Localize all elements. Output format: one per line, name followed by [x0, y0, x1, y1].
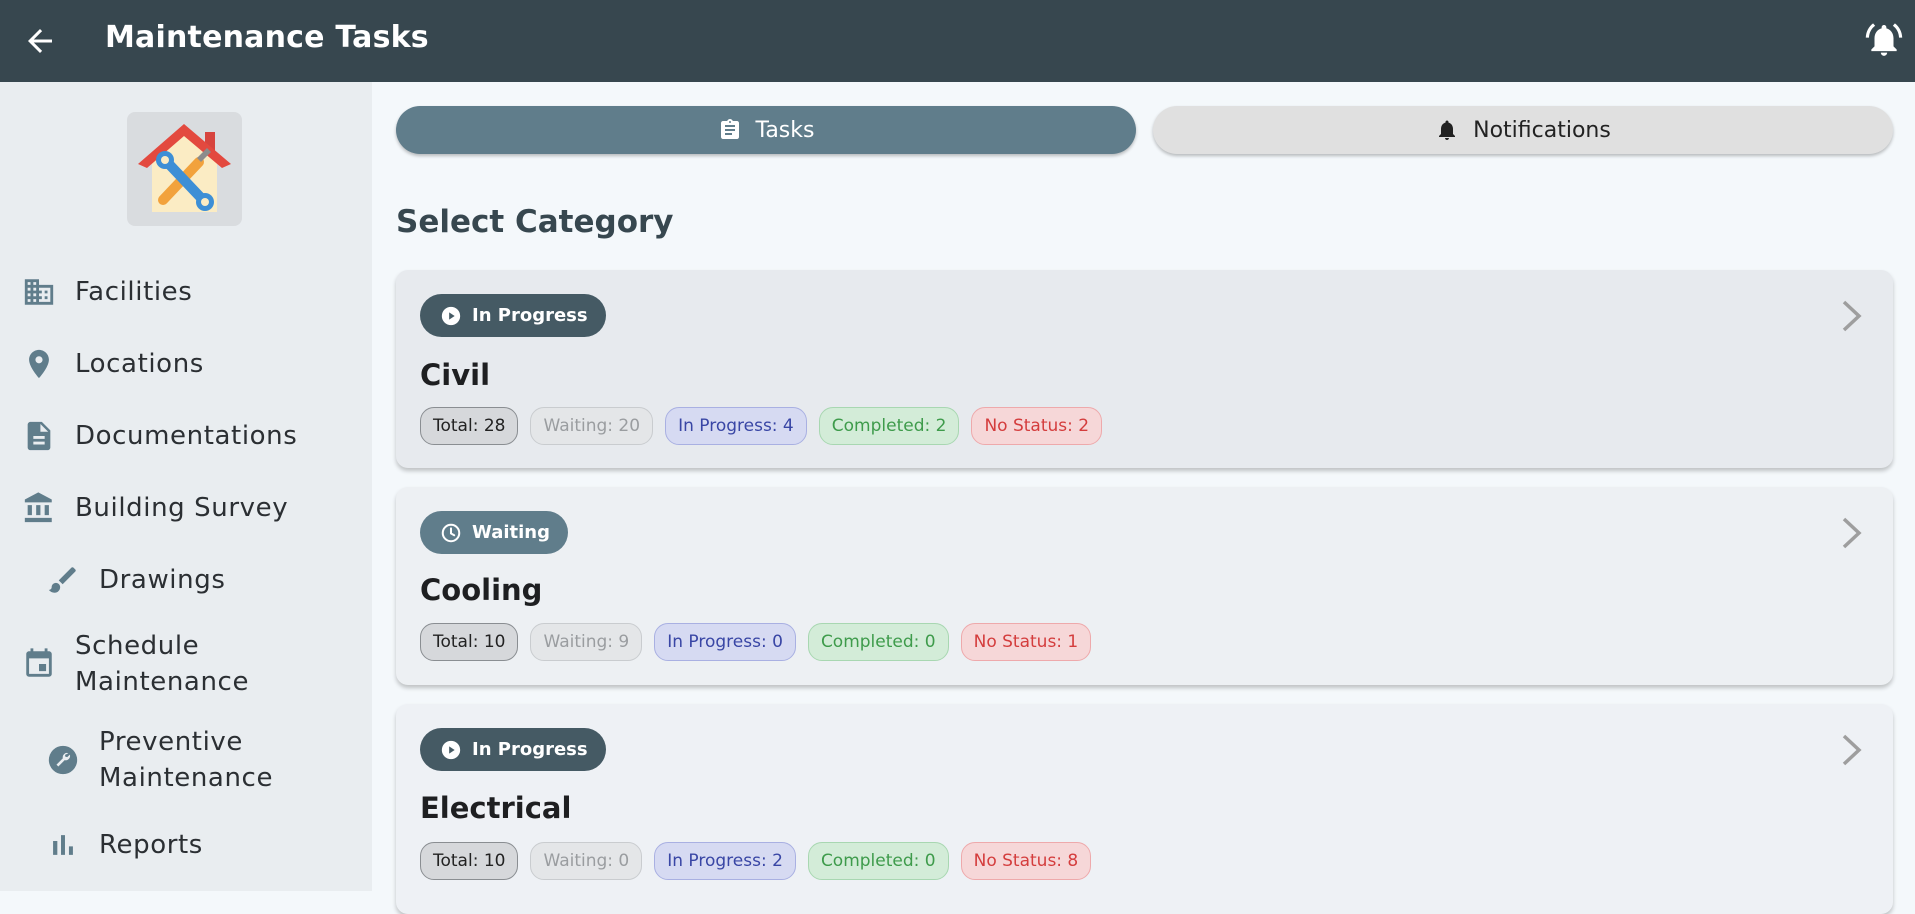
- status-counts: Total: 10 Waiting: 0 In Progress: 2 Comp…: [420, 842, 1103, 880]
- completed-chip: Completed: 2: [818, 407, 960, 445]
- sidebar-item-label: Documentations: [75, 421, 298, 451]
- clock-icon: [441, 523, 461, 542]
- sidebar-item-locations[interactable]: Locations: [22, 346, 204, 382]
- page-title: Maintenance Tasks: [105, 20, 429, 55]
- building-icon: [24, 279, 54, 305]
- status-badge: Waiting: [420, 511, 569, 554]
- play-circle-icon: [441, 306, 461, 325]
- sidebar-item-facilities[interactable]: Facilities: [22, 274, 192, 310]
- sidebar-item-building-survey[interactable]: Building Survey: [22, 490, 288, 526]
- tab-notifications[interactable]: Notifications: [1153, 106, 1893, 154]
- waiting-chip: Waiting: 20: [530, 407, 654, 445]
- sidebar: Facilities Locations Documentations Buil…: [0, 82, 372, 891]
- sidebar-item-label: Preventive Maintenance: [99, 727, 274, 793]
- document-icon: [27, 421, 51, 451]
- bell-icon: [1439, 120, 1456, 140]
- status-label: In Progress: [472, 739, 588, 760]
- in-progress-chip: In Progress: 2: [654, 842, 796, 880]
- waiting-chip: Waiting: 0: [530, 842, 643, 880]
- in-progress-chip: In Progress: 0: [654, 623, 796, 661]
- completed-chip: Completed: 0: [807, 842, 949, 880]
- category-title: Cooling: [420, 573, 543, 607]
- no-status-chip: No Status: 1: [960, 623, 1092, 661]
- chevron-right-icon: [1842, 300, 1862, 332]
- wrench-circle-icon: [48, 745, 78, 775]
- category-title: Civil: [420, 358, 491, 392]
- status-label: Waiting: [472, 522, 551, 543]
- app-bar: Maintenance Tasks: [0, 0, 1915, 82]
- bank-icon: [24, 492, 52, 523]
- clipboard-icon: [720, 119, 739, 139]
- status-label: In Progress: [472, 305, 588, 326]
- sidebar-item-label: Locations: [75, 349, 204, 379]
- no-status-chip: No Status: 2: [971, 407, 1103, 445]
- tab-tasks[interactable]: Tasks: [396, 106, 1136, 154]
- location-pin-icon: [29, 349, 49, 379]
- sidebar-item-label: Building Survey: [75, 493, 289, 523]
- arrow-left-icon[interactable]: [22, 23, 58, 59]
- tab-label: Tasks: [755, 117, 815, 143]
- tab-label: Notifications: [1473, 117, 1611, 143]
- category-card-cooling[interactable]: Waiting Cooling Total: 10 Waiting: 9 In …: [396, 487, 1893, 685]
- no-status-chip: No Status: 8: [960, 842, 1092, 880]
- waiting-chip: Waiting: 9: [530, 623, 643, 661]
- brush-icon: [48, 567, 76, 593]
- status-counts: Total: 10 Waiting: 9 In Progress: 0 Comp…: [420, 623, 1103, 661]
- calendar-icon: [26, 648, 52, 677]
- status-badge: In Progress: [420, 728, 606, 771]
- sidebar-item-documentations[interactable]: Documentations: [22, 418, 297, 454]
- total-chip: Total: 10: [420, 623, 519, 661]
- category-title: Electrical: [420, 791, 572, 825]
- sidebar-item-schedule-maintenance[interactable]: Schedule Maintenance: [22, 628, 275, 700]
- house-tools-icon: [138, 124, 231, 212]
- sidebar-item-label: Reports: [99, 830, 203, 860]
- chevron-right-icon: [1842, 734, 1862, 766]
- in-progress-chip: In Progress: 4: [665, 407, 807, 445]
- play-circle-icon: [441, 740, 461, 759]
- sidebar-item-label: Schedule Maintenance: [75, 631, 250, 697]
- sidebar-item-label: Drawings: [99, 565, 226, 595]
- sidebar-item-drawings[interactable]: Drawings: [46, 562, 225, 598]
- sidebar-item-preventive-maintenance[interactable]: Preventive Maintenance: [46, 724, 289, 796]
- completed-chip: Completed: 0: [807, 623, 949, 661]
- status-counts: Total: 28 Waiting: 20 In Progress: 4 Com…: [420, 407, 1114, 445]
- category-card-electrical[interactable]: In Progress Electrical Total: 10 Waiting…: [396, 704, 1893, 914]
- chevron-right-icon: [1842, 517, 1862, 549]
- total-chip: Total: 10: [420, 842, 519, 880]
- category-card-civil[interactable]: In Progress Civil Total: 28 Waiting: 20 …: [396, 270, 1893, 468]
- sidebar-item-label: Facilities: [75, 277, 193, 307]
- total-chip: Total: 28: [420, 407, 519, 445]
- section-title: Select Category: [396, 204, 674, 240]
- main-content: Tasks Notifications Select Category In P…: [372, 82, 1915, 914]
- app-logo: [127, 112, 242, 226]
- bar-chart-icon: [53, 835, 73, 855]
- status-badge: In Progress: [420, 294, 606, 337]
- bell-alert-icon[interactable]: [1865, 20, 1903, 60]
- sidebar-item-reports[interactable]: Reports: [46, 827, 203, 863]
